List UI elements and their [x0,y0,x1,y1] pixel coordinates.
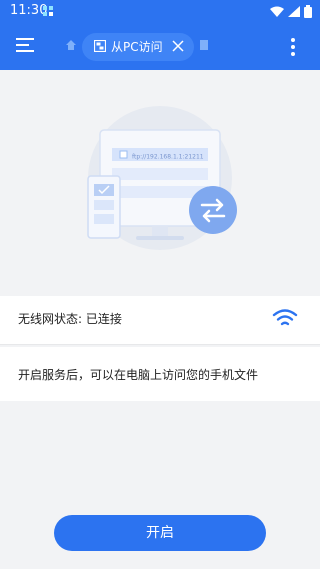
menu-icon[interactable] [16,37,34,53]
battery-icon [304,5,312,18]
document-icon[interactable] [200,40,208,50]
more-vert-icon[interactable] [286,36,300,58]
service-description: 开启服务后，可以在电脑上访问您的手机文件 [18,368,259,382]
ftp-address-text: ftp://192.168.1.1:21211 [132,154,204,161]
tab-pc-access[interactable]: 从PC访问 [82,33,194,61]
home-icon[interactable] [66,40,76,50]
wifi-status-label: 无线网状态: 已连接 [18,312,122,326]
status-bar: 11:30 [0,0,320,24]
pc-access-icon [94,40,106,52]
cell-signal-icon [288,6,300,17]
wifi-status-row: 无线网状态: 已连接 [0,296,320,345]
notification-icon [43,6,53,16]
pc-connection-illustration: ftp://192.168.1.1:21211 [87,106,237,250]
system-icons [270,5,312,18]
status-time: 11:30 [10,3,48,18]
app-bar: 从PC访问 [0,24,320,70]
start-button[interactable]: 开启 [54,515,266,551]
wifi-signal-icon [270,6,284,17]
transfer-arrows-icon [189,186,237,234]
close-icon[interactable] [172,40,184,52]
wifi-icon [272,309,298,326]
service-info-row: 开启服务后，可以在电脑上访问您的手机文件 [0,347,320,401]
tab-label: 从PC访问 [111,40,163,54]
